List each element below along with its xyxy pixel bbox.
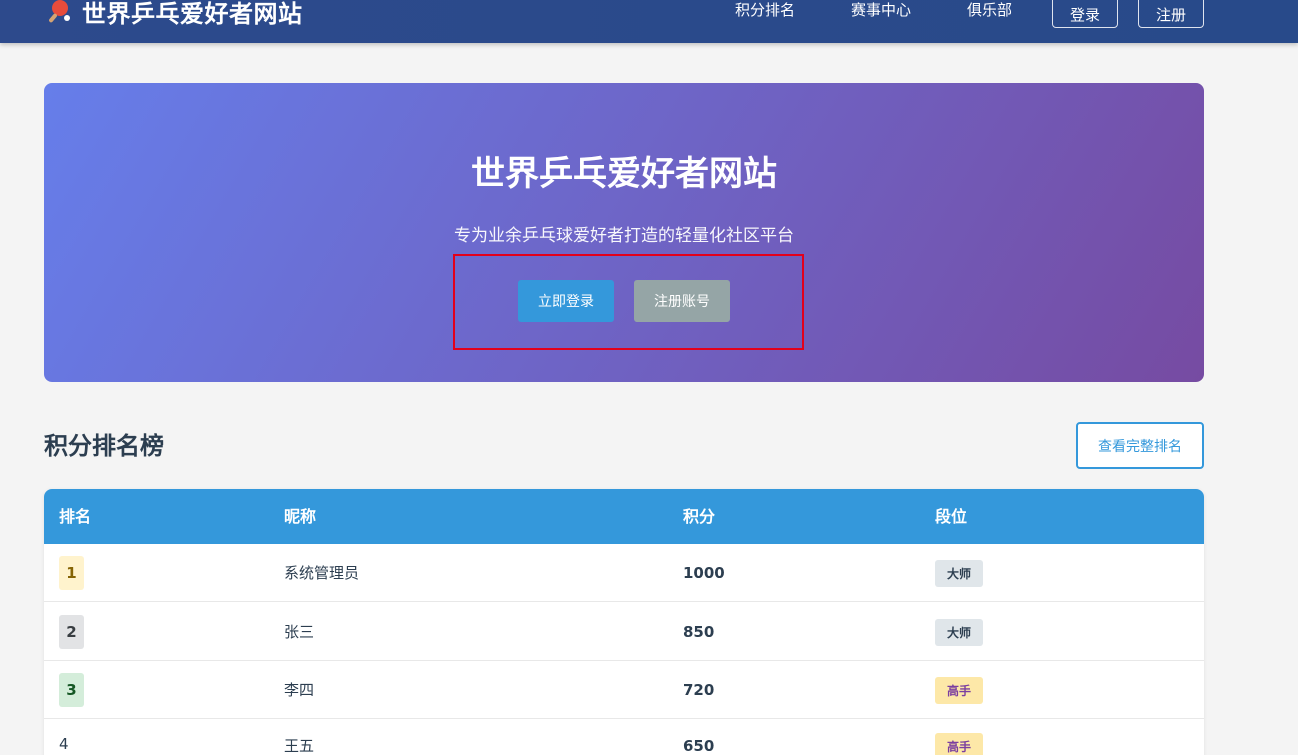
view-full-ranking-button[interactable]: 查看完整排名 (1076, 422, 1204, 469)
highlight-annotation-box (453, 254, 804, 350)
score-cell: 1000 (683, 564, 725, 582)
nav-login-button[interactable]: 登录 (1052, 0, 1118, 28)
rank-badge-silver: 2 (59, 615, 84, 649)
level-badge: 高手 (935, 677, 983, 704)
nav-link-ranking[interactable]: 积分排名 (735, 0, 795, 22)
nickname-cell: 李四 (284, 681, 315, 699)
rank-badge-bronze: 3 (59, 673, 84, 707)
hero-subtitle: 专为业余乒乓球爱好者打造的轻量化社区平台 (454, 226, 794, 246)
brand-title: 世界乒乓爱好者网站 (82, 0, 303, 28)
brand[interactable]: 世界乒乓爱好者网站 (46, 0, 303, 28)
score-cell: 650 (683, 737, 715, 755)
table-row: 4 王五 650 高手 (44, 720, 1204, 755)
nav-link-clubs[interactable]: 俱乐部 (967, 0, 1012, 22)
nickname-cell: 张三 (284, 623, 315, 641)
score-cell: 850 (683, 623, 715, 641)
nav-register-button[interactable]: 注册 (1138, 0, 1204, 28)
level-badge: 大师 (935, 619, 983, 646)
table-row: 1 系统管理员 1000 大师 (44, 544, 1204, 602)
ping-pong-paddle-icon (46, 0, 72, 24)
top-navbar: 世界乒乓爱好者网站 积分排名 赛事中心 俱乐部 登录 注册 (0, 0, 1298, 43)
column-header-rank: 排名 (59, 507, 92, 526)
table-header: 排名 昵称 积分 段位 (44, 489, 1204, 544)
column-header-score: 积分 (683, 507, 716, 526)
level-badge: 高手 (935, 733, 983, 755)
nickname-cell: 王五 (284, 737, 315, 755)
score-cell: 720 (683, 681, 715, 699)
column-header-nickname: 昵称 (284, 507, 317, 526)
hero-title: 世界乒乓爱好者网站 (471, 154, 777, 194)
column-header-level: 段位 (935, 507, 968, 526)
ranking-section-title: 积分排名榜 (44, 432, 164, 460)
rank-cell: 4 (59, 735, 69, 753)
table-row: 2 张三 850 大师 (44, 603, 1204, 661)
level-badge: 大师 (935, 560, 983, 587)
nav-link-events[interactable]: 赛事中心 (851, 0, 911, 22)
nickname-cell: 系统管理员 (284, 564, 360, 582)
ranking-table: 排名 昵称 积分 段位 1 系统管理员 1000 大师 2 张三 850 大师 … (44, 489, 1204, 755)
rank-badge-gold: 1 (59, 556, 84, 590)
table-row: 3 李四 720 高手 (44, 661, 1204, 719)
